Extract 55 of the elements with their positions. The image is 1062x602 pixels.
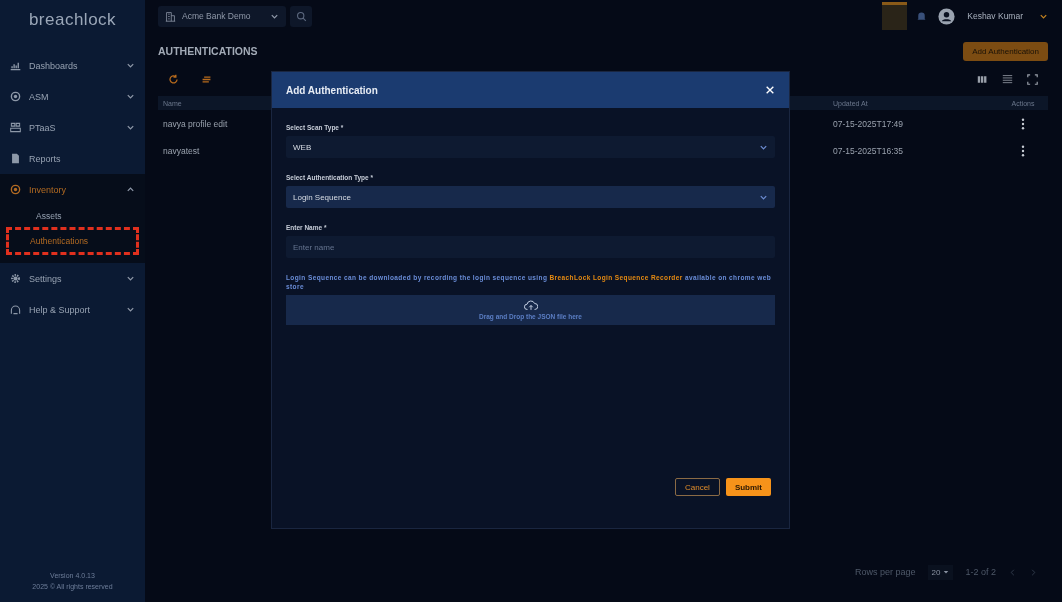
target-icon: [10, 91, 21, 102]
sidebar-item[interactable]: Reports: [0, 143, 145, 174]
cancel-button[interactable]: Cancel: [675, 478, 720, 496]
select-field[interactable]: WEB: [286, 136, 775, 158]
refresh-icon[interactable]: [168, 73, 179, 85]
settings-icon: [10, 273, 21, 284]
badge-image: [882, 2, 908, 30]
organization-dropdown[interactable]: Acme Bank Demo: [158, 5, 286, 27]
close-icon[interactable]: [765, 85, 775, 95]
select-field[interactable]: Login Sequence: [286, 186, 775, 208]
input-field[interactable]: Enter name: [286, 236, 775, 258]
sidebar-item-label: Help & Support: [29, 304, 92, 315]
sidebar-item-label: Reports: [29, 153, 62, 164]
sidebar-item[interactable]: Dashboards: [0, 50, 145, 81]
table-cell-text: navya profile edit: [162, 118, 229, 129]
more-icon[interactable]: [1021, 117, 1025, 130]
cloud-upload-icon: [523, 299, 538, 311]
columns-icon[interactable]: [977, 73, 988, 85]
sidebar-item[interactable]: Settings: [0, 263, 145, 294]
rows-per-page-dropdown[interactable]: 20: [927, 564, 954, 580]
sidebar-item-label: Dashboards: [29, 60, 79, 71]
document-icon: [10, 153, 21, 164]
density-icon[interactable]: [1002, 73, 1013, 85]
building-icon: [165, 10, 176, 22]
sidebar-item[interactable]: Inventory: [0, 174, 145, 205]
caret-down-icon: [943, 569, 950, 575]
sidebar-item-label: PTaaS: [29, 122, 57, 133]
chart-icon: [10, 60, 21, 71]
sidebar-subitem[interactable]: Authentications: [6, 227, 139, 255]
lines-icon[interactable]: [201, 73, 212, 85]
table-cell-text: navyatest: [162, 145, 201, 156]
sidebar-item-label: Inventory: [29, 184, 68, 195]
headset-icon: [10, 304, 21, 315]
page-range: 1-2 of 2: [965, 567, 996, 577]
search-button[interactable]: [290, 5, 312, 27]
fullscreen-icon[interactable]: [1027, 73, 1038, 85]
table-cell-text: 07-15-2025T17:49: [832, 118, 904, 129]
sidebar-item[interactable]: PTaaS: [0, 112, 145, 143]
sidebar-item-label: Settings: [29, 273, 63, 284]
logo: breachlock: [27, 9, 118, 31]
rows-per-page-label: Rows per page: [855, 567, 916, 577]
submit-button[interactable]: Submit: [725, 478, 771, 496]
sidebar-item[interactable]: Help & Support: [0, 294, 145, 325]
target-icon: [10, 184, 21, 195]
sidebar-item-label: ASM: [29, 91, 50, 102]
dialog-title: Add Authentication: [286, 84, 379, 96]
table-cell-text: 07-15-2025T16:35: [832, 145, 904, 156]
sidebar-subitem[interactable]: Assets: [6, 205, 139, 227]
page-title: AUTHENTICATIONS: [158, 45, 259, 57]
sidebar-item[interactable]: ASM: [0, 81, 145, 112]
search-icon: [295, 10, 307, 22]
toolbox-icon: [10, 122, 21, 133]
more-icon[interactable]: [1021, 144, 1025, 157]
avatar-icon[interactable]: [938, 7, 956, 25]
user-name[interactable]: Keshav Kumar: [967, 11, 1023, 21]
